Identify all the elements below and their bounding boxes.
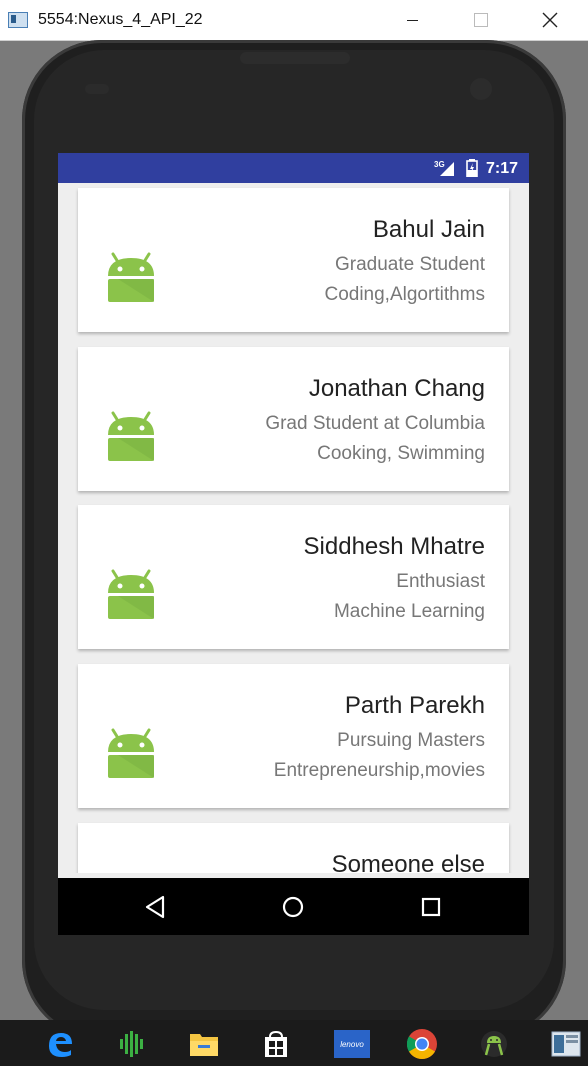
profile-name: Siddhesh Mhatre [303, 533, 485, 560]
phone-speaker [240, 52, 350, 64]
android-studio-icon[interactable] [478, 1028, 510, 1060]
profile-card[interactable]: Siddhesh Mhatre Enthusiast Machine Learn… [78, 505, 509, 649]
edge-icon[interactable] [44, 1028, 76, 1060]
store-icon[interactable] [260, 1028, 292, 1060]
profile-name: Someone else [331, 851, 485, 873]
profile-title: Enthusiast [396, 571, 485, 592]
close-icon [542, 12, 558, 28]
profile-card[interactable]: Jonathan Chang Grad Student at Columbia … [78, 347, 509, 491]
profile-card[interactable]: Bahul Jain Graduate Student Coding,Algor… [78, 188, 509, 332]
proximity-sensor [85, 84, 109, 94]
file-explorer-icon[interactable] [188, 1028, 220, 1060]
emulator-window-icon [8, 12, 28, 28]
status-bar: 3G 7:17 [58, 153, 529, 183]
profile-interests: Cooking, Swimming [317, 443, 485, 464]
profile-title: Pursuing Masters [337, 730, 485, 751]
profile-name: Jonathan Chang [308, 375, 485, 402]
window-icon[interactable] [550, 1028, 582, 1060]
profile-title: Grad Student at Columbia [265, 413, 485, 434]
profile-card[interactable]: Parth Parekh Pursuing Masters Entreprene… [78, 664, 509, 808]
chrome-icon[interactable] [406, 1028, 438, 1060]
android-icon [106, 728, 156, 785]
profile-name: Bahul Jain [372, 216, 485, 243]
maximize-icon [474, 13, 488, 27]
close-button[interactable] [527, 0, 573, 40]
maximize-button[interactable] [458, 0, 504, 40]
windows-taskbar: lenovo [0, 1020, 588, 1066]
android-icon [106, 411, 156, 468]
window-title: 5554:Nexus_4_API_22 [38, 11, 203, 28]
network-type-label: 3G [434, 160, 445, 169]
recents-button[interactable] [416, 892, 446, 922]
recents-icon [421, 897, 441, 917]
front-camera [470, 78, 492, 100]
minimize-icon [406, 19, 418, 21]
app-icon[interactable] [116, 1028, 148, 1060]
device-screen: 3G 7:17 Bahul Jain Graduate Student Codi… [58, 153, 529, 935]
profile-name: Parth Parekh [344, 692, 485, 719]
lenovo-label: lenovo [340, 1040, 364, 1049]
android-icon [106, 252, 156, 309]
emulator-title-bar: 5554:Nexus_4_API_22 [0, 0, 588, 41]
signal-icon: 3G [434, 159, 456, 182]
profile-interests: Entrepreneurship,movies [273, 760, 485, 781]
profile-card[interactable]: Someone else [78, 823, 509, 873]
home-button[interactable] [278, 892, 308, 922]
navigation-bar [58, 878, 529, 935]
profile-interests: Coding,Algortithms [324, 284, 485, 305]
profile-list[interactable]: Bahul Jain Graduate Student Coding,Algor… [58, 183, 529, 873]
back-button[interactable] [140, 892, 170, 922]
back-icon [145, 895, 165, 919]
profile-interests: Machine Learning [333, 601, 485, 622]
battery-icon [466, 159, 478, 182]
profile-title: Graduate Student [335, 254, 485, 275]
android-icon [106, 569, 156, 626]
status-time: 7:17 [486, 160, 519, 177]
minimize-button[interactable] [389, 0, 435, 40]
lenovo-icon[interactable]: lenovo [334, 1028, 370, 1060]
home-icon [282, 896, 304, 918]
